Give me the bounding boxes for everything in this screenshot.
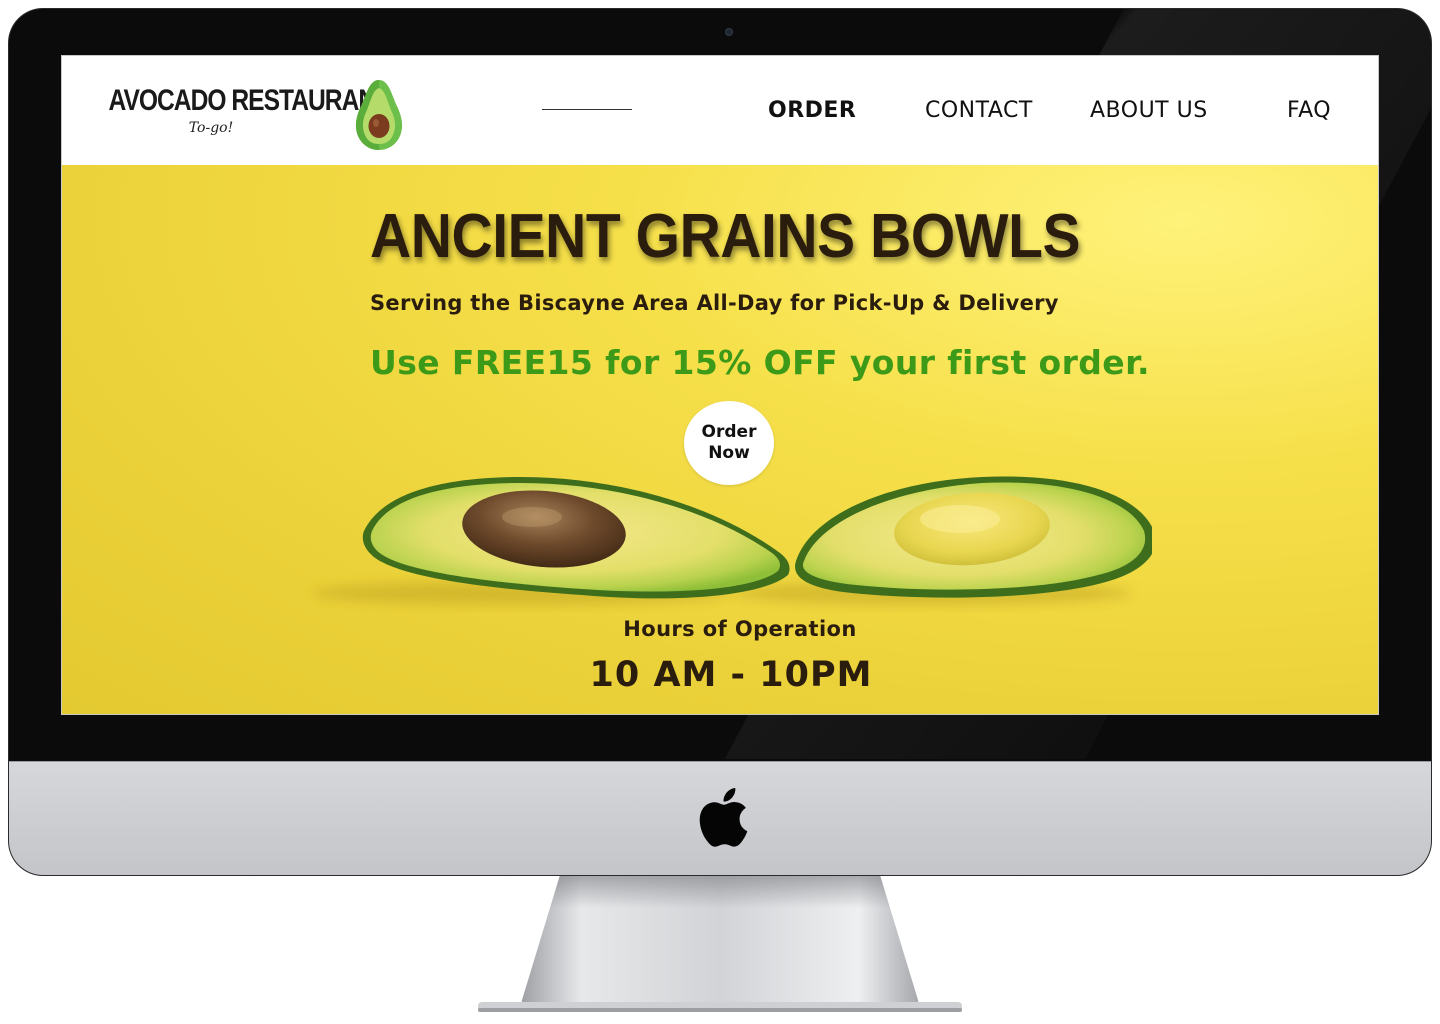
hours-label: Hours of Operation (623, 617, 857, 641)
promo-text: Use FREE15 for 15% OFF your first order. (370, 343, 1150, 382)
nav-divider (542, 109, 632, 110)
nav-order[interactable]: ORDER (768, 98, 856, 123)
monitor-chin (9, 761, 1431, 875)
camera-icon (725, 28, 733, 36)
hero-banner: ANCIENT GRAINS BOWLS Serving the Biscayn… (62, 165, 1378, 714)
imac-mockup: AVOCADO RESTAURANT To-go! ORDER CONTACT … (0, 0, 1440, 1024)
logo-title: AVOCADO RESTAURANT (108, 84, 391, 117)
apple-logo-icon (699, 788, 748, 847)
hero-title: ANCIENT GRAINS BOWLS (370, 202, 1081, 271)
order-now-line1: Order (701, 422, 757, 442)
website-screen: AVOCADO RESTAURANT To-go! ORDER CONTACT … (61, 55, 1379, 715)
nav-about-us[interactable]: ABOUT US (1090, 98, 1208, 123)
avocado-icon (355, 80, 403, 150)
brand-logo[interactable]: AVOCADO RESTAURANT To-go! (86, 84, 391, 136)
order-now-line2: Now (708, 443, 750, 463)
nav-faq[interactable]: FAQ (1287, 98, 1331, 123)
order-now-button[interactable]: Order Now (684, 401, 774, 485)
hours-value: 10 AM - 10PM (589, 655, 873, 695)
nav-contact[interactable]: CONTACT (925, 98, 1033, 123)
hero-subtitle: Serving the Biscayne Area All-Day for Pi… (370, 291, 1059, 315)
logo-subtitle: To-go! (188, 120, 234, 136)
site-header: AVOCADO RESTAURANT To-go! ORDER CONTACT … (62, 56, 1378, 165)
